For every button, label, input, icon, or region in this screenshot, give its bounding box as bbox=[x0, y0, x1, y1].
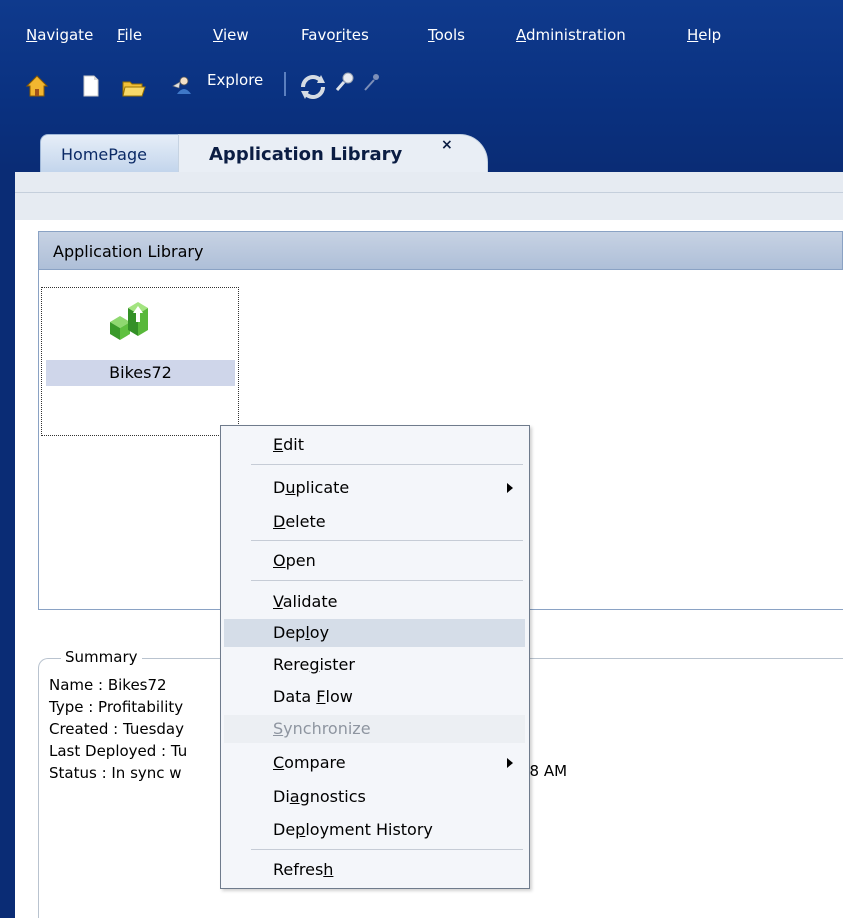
application-label: Bikes72 bbox=[46, 360, 235, 386]
new-document-icon[interactable] bbox=[78, 72, 104, 102]
summary-name: Name : Bikes72 bbox=[49, 676, 167, 694]
application-tile[interactable]: Bikes72 bbox=[41, 287, 239, 436]
submenu-arrow-icon bbox=[507, 758, 513, 768]
menu-separator bbox=[251, 580, 523, 581]
menu-favorites[interactable]: Favorites bbox=[301, 26, 369, 44]
unpin-icon[interactable] bbox=[360, 68, 386, 98]
menu-item-label: Diagnostics bbox=[273, 787, 366, 806]
menu-item-compare[interactable]: Compare bbox=[224, 749, 525, 777]
left-frame-strip bbox=[0, 172, 15, 918]
home-icon[interactable] bbox=[24, 72, 50, 102]
menu-item-refresh[interactable]: Refresh bbox=[224, 856, 525, 884]
menu-item-label: Reregister bbox=[273, 655, 355, 674]
summary-last-deployed: Last Deployed : Tu bbox=[49, 742, 188, 760]
application-icon bbox=[110, 302, 148, 340]
explore-icon[interactable] bbox=[170, 72, 196, 102]
submenu-arrow-icon bbox=[507, 483, 513, 493]
open-folder-icon[interactable] bbox=[120, 72, 146, 102]
menu-item-label: Edit bbox=[273, 435, 304, 454]
menu-item-label: Refresh bbox=[273, 860, 334, 879]
tab-application-library-label: Application Library bbox=[209, 144, 403, 165]
summary-status: Status : In sync w bbox=[49, 764, 182, 782]
menu-separator bbox=[251, 540, 523, 541]
menu-item-label: Delete bbox=[273, 512, 326, 531]
menu-item-label: Validate bbox=[273, 592, 338, 611]
menu-item-label: Data Flow bbox=[273, 687, 353, 706]
pin-icon[interactable] bbox=[333, 68, 359, 98]
menu-item-diagnostics[interactable]: Diagnostics bbox=[224, 783, 525, 811]
tab-homepage-label: HomePage bbox=[61, 145, 147, 164]
menu-navigate[interactable]: Navigate bbox=[26, 26, 93, 44]
panel-header: Application Library bbox=[38, 231, 843, 270]
menu-item-open[interactable]: Open bbox=[224, 547, 525, 575]
menu-file[interactable]: File bbox=[117, 26, 142, 44]
panel-title: Application Library bbox=[53, 242, 204, 261]
menu-separator bbox=[251, 464, 523, 465]
menu-tools[interactable]: Tools bbox=[428, 26, 465, 44]
summary-legend: Summary bbox=[61, 648, 142, 666]
content-divider bbox=[15, 192, 843, 193]
menu-item-reregister[interactable]: Reregister bbox=[224, 651, 525, 679]
menu-item-delete[interactable]: Delete bbox=[224, 508, 525, 536]
menu-item-deployment-history[interactable]: Deployment History bbox=[224, 816, 525, 844]
menu-item-label: Open bbox=[273, 551, 316, 570]
menu-item-deploy[interactable]: Deploy bbox=[224, 619, 525, 647]
menu-item-label: Duplicate bbox=[273, 478, 350, 497]
menu-item-validate[interactable]: Validate bbox=[224, 588, 525, 616]
menu-item-synchronize: Synchronize bbox=[224, 715, 525, 743]
tab-homepage[interactable]: HomePage bbox=[40, 134, 186, 172]
menu-separator bbox=[251, 849, 523, 850]
menu-bar: Navigate File View Favorites Tools Admin… bbox=[0, 0, 843, 44]
menu-item-data-flow[interactable]: Data Flow bbox=[224, 683, 525, 711]
menu-administration[interactable]: Administration bbox=[516, 26, 626, 44]
menu-item-label: Deployment History bbox=[273, 820, 433, 839]
content-toolbar-area bbox=[15, 172, 843, 220]
menu-help[interactable]: Help bbox=[687, 26, 721, 44]
menu-item-label: Synchronize bbox=[273, 719, 371, 738]
summary-type: Type : Profitability bbox=[49, 698, 184, 716]
tab-application-library[interactable]: Application Library × bbox=[178, 134, 488, 172]
context-menu: Edit Duplicate Delete Open Validate Depl… bbox=[220, 425, 530, 889]
toolbar-separator bbox=[284, 72, 286, 96]
refresh-icon[interactable] bbox=[297, 72, 329, 102]
menu-item-duplicate[interactable]: Duplicate bbox=[224, 474, 525, 502]
menu-item-edit[interactable]: Edit bbox=[224, 431, 525, 459]
explore-button[interactable]: Explore bbox=[207, 70, 263, 90]
summary-created: Created : Tuesday bbox=[49, 720, 184, 738]
menu-item-label: Deploy bbox=[273, 623, 330, 642]
menu-view[interactable]: View bbox=[213, 26, 249, 44]
close-tab-icon[interactable]: × bbox=[441, 137, 453, 153]
menu-item-label: Compare bbox=[273, 753, 346, 772]
